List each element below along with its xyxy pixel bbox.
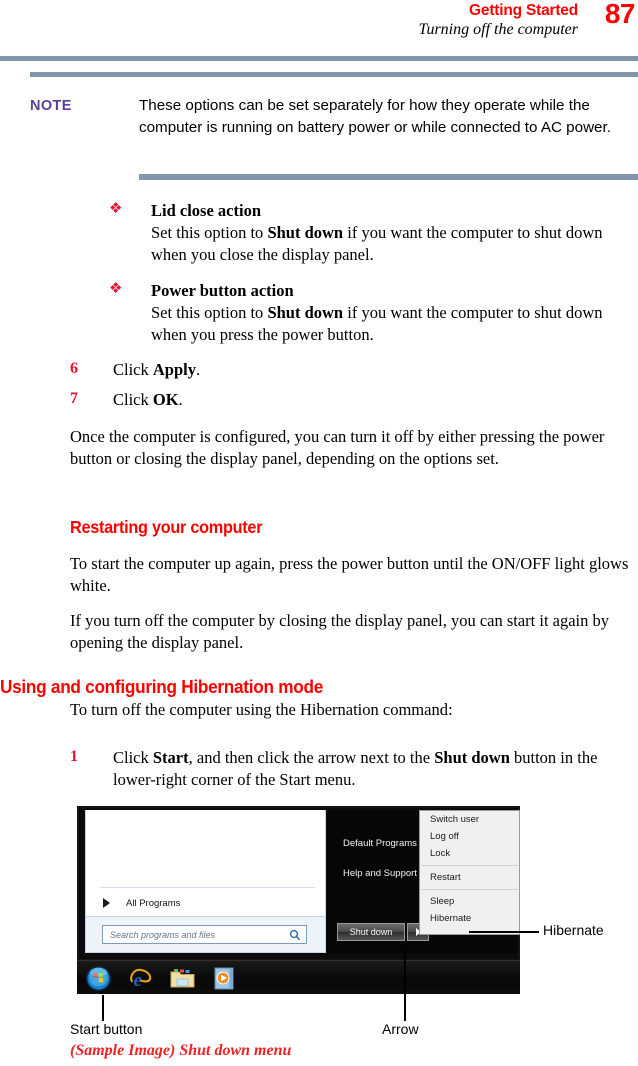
all-programs-label: All Programs: [126, 897, 181, 909]
popup-item-sleep[interactable]: Sleep: [420, 893, 519, 910]
chevron-right-icon: [103, 898, 110, 908]
step-text-before: Click: [113, 748, 153, 767]
callout-line-hibernate: [469, 931, 539, 933]
callout-line-arrow: [404, 948, 406, 1021]
bullet-text-before: Set this option to: [151, 222, 268, 242]
step-text: Click Start, and then click the arrow ne…: [113, 747, 632, 791]
numbered-step: 6 Click Apply.: [70, 359, 630, 381]
popup-separator: [421, 865, 518, 866]
paragraph-to-start: To start the computer up again, press th…: [70, 554, 629, 595]
search-input[interactable]: Search programs and files: [102, 925, 307, 944]
section-heading-hibernation: Using and configuring Hibernation mode: [0, 676, 323, 697]
numbered-step: 1 Click Start, and then click the arrow …: [70, 747, 632, 791]
page-header-subtitle: Turning off the computer: [418, 21, 578, 38]
step-number: 7: [70, 390, 78, 407]
figure-caption: (Sample Image) Shut down menu: [70, 1042, 292, 1059]
step-number: 1: [70, 748, 78, 765]
step-text-bold-start: Start: [152, 748, 189, 767]
start-menu-screenshot: All Programs Search programs and files D…: [77, 806, 520, 994]
media-player-icon[interactable]: [211, 965, 238, 992]
step-text-after: .: [195, 360, 201, 379]
paragraph-once-configured: Once the computer is configured, you can…: [70, 427, 605, 468]
bullet-text-before: Set this option to: [151, 302, 268, 322]
note-top-rule: [30, 72, 638, 77]
search-icon: [289, 929, 301, 941]
step-text-bold: OK: [152, 390, 179, 409]
popup-item-switch-user[interactable]: Switch user: [420, 811, 519, 828]
windows-taskbar: e: [77, 960, 520, 994]
note-body-text: These options can be set separately for …: [139, 97, 611, 137]
list-item: ❖ Lid close action Set this option to Sh…: [109, 199, 638, 266]
page-header-title: Getting Started: [469, 2, 578, 19]
start-menu-window: All Programs Search programs and files D…: [77, 806, 520, 961]
callout-label-start-button: Start button: [70, 1021, 143, 1037]
callout-label-hibernate: Hibernate: [543, 922, 604, 938]
step-text-before: Click: [113, 360, 153, 379]
bullet-heading: Lid close action: [151, 201, 261, 220]
popup-item-log-off[interactable]: Log off: [420, 828, 519, 845]
shut-down-label: Shut down: [349, 927, 393, 937]
callout-line-start-button: [102, 995, 104, 1021]
step-text-mid: , and then click the arrow next to the: [188, 748, 435, 767]
windows-explorer-icon[interactable]: [169, 965, 196, 992]
header-divider-rule: [0, 56, 638, 61]
note-bottom-rule: [139, 174, 638, 180]
step-text-bold: Apply: [152, 360, 196, 379]
page-number: 87: [604, 0, 636, 29]
diamond-bullet-icon: ❖: [109, 279, 123, 297]
popup-item-hibernate[interactable]: Hibernate: [420, 910, 519, 927]
menu-item-help-and-support[interactable]: Help and Support: [343, 868, 417, 879]
start-menu-left-panel: All Programs Search programs and files: [85, 810, 326, 953]
callout-label-arrow: Arrow: [382, 1021, 419, 1037]
bullet-content: Power button action Set this option to S…: [151, 280, 638, 346]
document-page: Getting Started Turning off the computer…: [0, 0, 638, 1066]
bullet-text-bold: Shut down: [267, 302, 344, 322]
step-text-before: Click: [113, 390, 153, 409]
bullet-text-bold: Shut down: [267, 222, 344, 242]
step-number: 6: [70, 360, 78, 377]
note-label: NOTE: [30, 98, 72, 114]
bullet-content: Lid close action Set this option to Shut…: [151, 200, 638, 266]
menu-item-default-programs[interactable]: Default Programs: [343, 838, 417, 849]
internet-explorer-icon[interactable]: e: [127, 965, 154, 992]
step-text: Click Apply.: [113, 359, 630, 381]
list-item: ❖ Power button action Set this option to…: [109, 279, 638, 346]
start-orb-icon[interactable]: [85, 965, 112, 992]
step-text: Click OK.: [113, 389, 630, 411]
diamond-bullet-icon: ❖: [109, 199, 123, 217]
shut-down-button[interactable]: Shut down: [337, 923, 405, 941]
step-text-after: .: [178, 390, 183, 409]
shut-down-popup-menu: Switch user Log off Lock Restart Sleep H…: [419, 810, 520, 935]
start-menu-search-area: Search programs and files: [86, 916, 325, 952]
svg-text:e: e: [134, 970, 143, 991]
numbered-step: 7 Click OK.: [70, 389, 630, 411]
popup-separator: [421, 889, 518, 890]
paragraph-to-turn-off: To turn off the computer using the Hiber…: [70, 700, 453, 719]
bullet-heading: Power button action: [151, 281, 294, 300]
paragraph-if-you-turn-off: If you turn off the computer by closing …: [70, 611, 610, 652]
popup-item-restart[interactable]: Restart: [420, 869, 519, 886]
start-menu-divider: [100, 887, 315, 888]
section-heading-restarting: Restarting your computer: [70, 517, 263, 537]
popup-item-lock[interactable]: Lock: [420, 845, 519, 862]
all-programs-item[interactable]: All Programs: [100, 892, 320, 914]
search-placeholder: Search programs and files: [110, 929, 216, 940]
step-text-bold-shutdown: Shut down: [434, 748, 510, 767]
